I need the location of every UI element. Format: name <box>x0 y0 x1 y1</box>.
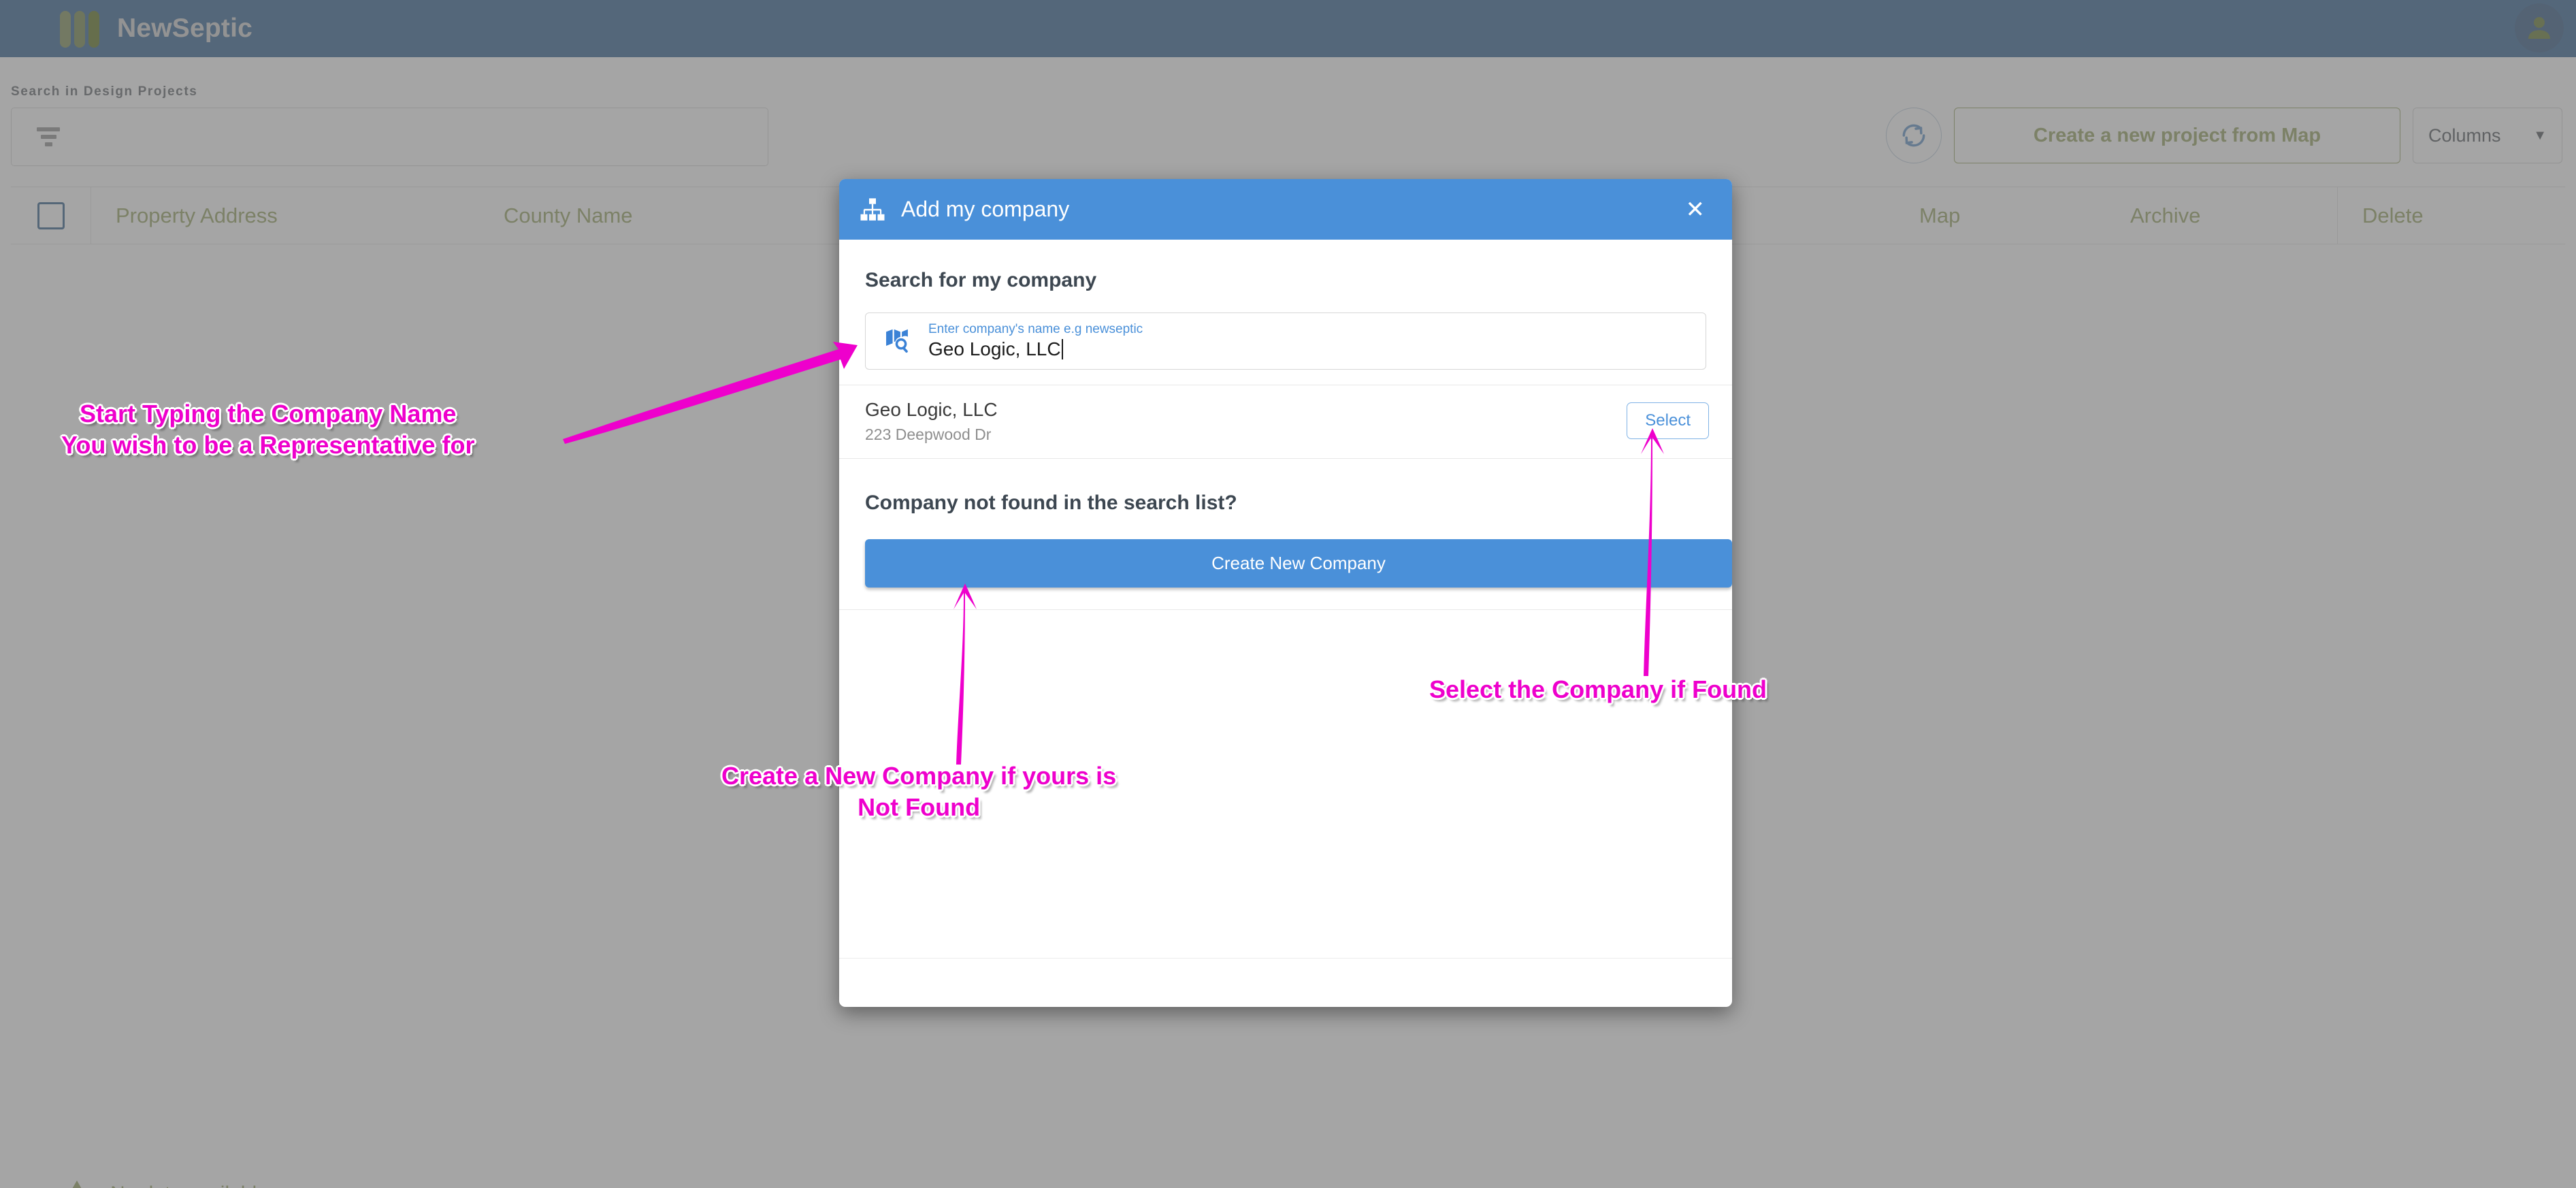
add-company-modal: Add my company ✕ Search for my company E… <box>839 179 1732 1007</box>
modal-header: Add my company ✕ <box>839 179 1732 240</box>
list-item[interactable]: Geo Logic, LLC 223 Deepwood Dr Select <box>839 385 1732 459</box>
company-search-field-stack: Enter company's name e.g newseptic Geo L… <box>928 321 1143 360</box>
create-new-company-button[interactable]: Create New Company <box>865 539 1732 588</box>
annotation-create-company: Create a New Company if yours is Not Fou… <box>721 762 1117 822</box>
company-search-label: Enter company's name e.g newseptic <box>928 321 1143 336</box>
company-search-field[interactable]: Enter company's name e.g newseptic Geo L… <box>865 312 1706 370</box>
result-company-name: Geo Logic, LLC <box>865 399 998 420</box>
result-company-address: 223 Deepwood Dr <box>865 426 992 443</box>
modal-title: Add my company <box>901 197 1070 221</box>
close-icon[interactable]: ✕ <box>1679 194 1712 225</box>
company-results-list: Geo Logic, LLC 223 Deepwood Dr Select <box>839 385 1732 459</box>
modal-body: Search for my company Enter company's na… <box>839 240 1732 1007</box>
annotation-start-typing: Start Typing the Company Name You wish t… <box>61 400 475 460</box>
modal-footer <box>839 958 1732 1007</box>
company-search-input[interactable]: Geo Logic, LLC <box>928 338 1143 360</box>
company-search-input-value: Geo Logic, LLC <box>928 338 1061 359</box>
annotation-select-company: Select the Company if Found <box>1429 675 1767 703</box>
app-root: NewSeptic Search in Design Projects <box>0 0 2576 1188</box>
map-search-icon <box>886 329 908 353</box>
search-section-heading: Search for my company <box>865 269 1097 291</box>
select-company-button[interactable]: Select <box>1627 402 1709 440</box>
text-cursor <box>1061 338 1063 359</box>
sitemap-icon <box>860 197 885 221</box>
company-not-found-heading: Company not found in the search list? <box>865 491 1237 514</box>
result-info: Geo Logic, LLC 223 Deepwood Dr <box>865 398 1627 445</box>
